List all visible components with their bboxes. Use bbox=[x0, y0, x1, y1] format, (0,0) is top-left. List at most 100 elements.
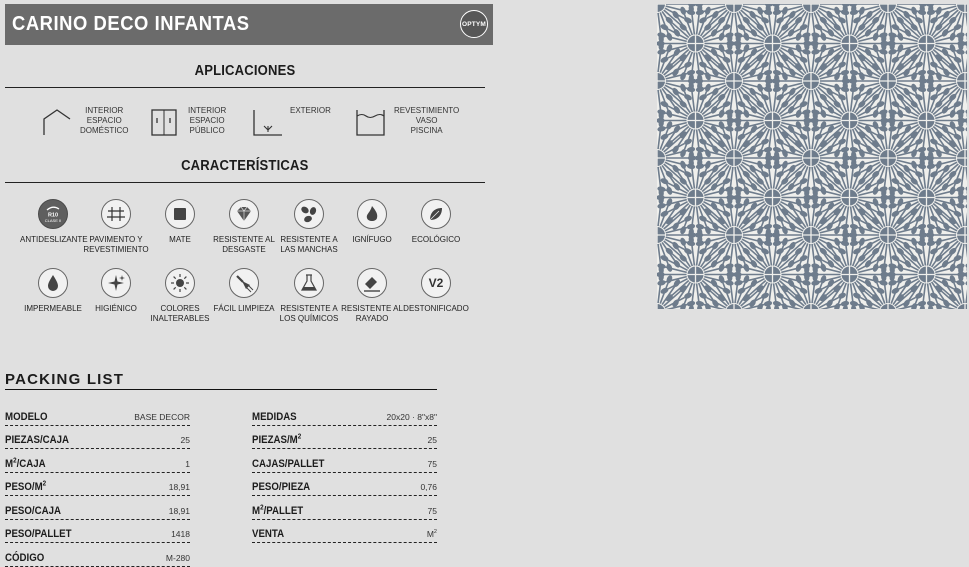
packing-value: M2 bbox=[426, 529, 437, 539]
section-header-packing-list: PACKING LIST bbox=[5, 371, 437, 390]
feature-item: FÁCIL LIMPIEZA bbox=[211, 268, 277, 314]
exterior-icon bbox=[253, 110, 282, 136]
section-header-aplicaciones: APLICACIONES bbox=[5, 63, 485, 88]
feature-label: FÁCIL LIMPIEZA bbox=[213, 304, 275, 313]
feature-item: V2 DESTONIFICADO bbox=[403, 268, 469, 314]
brush-icon bbox=[229, 268, 259, 298]
feature-label: IMPERMEABLE bbox=[24, 304, 82, 313]
feature-label: RESISTENTE AL RAYADO bbox=[341, 304, 403, 323]
packing-row: PESO/CAJA 18,91 bbox=[5, 496, 190, 520]
packing-value: 1 bbox=[185, 458, 190, 469]
application-label: INTERIOR ESPACIO DOMÉSTICO bbox=[80, 106, 129, 135]
packing-value: 1418 bbox=[171, 529, 190, 539]
application-item: INTERIOR ESPACIO DOMÉSTICO bbox=[40, 106, 128, 140]
feature-item: IGNÍFUGO bbox=[339, 199, 405, 245]
packing-key: PESO/PALLET bbox=[5, 528, 72, 540]
feature-label: MATE bbox=[169, 235, 191, 244]
matte-icon bbox=[165, 199, 195, 229]
sun-icon bbox=[165, 268, 195, 298]
packing-row: PIEZAS/M2 25 bbox=[252, 426, 437, 449]
feature-label: HIGIÉNICO bbox=[95, 304, 137, 313]
pool-icon bbox=[356, 110, 385, 136]
packing-value: 18,91 bbox=[168, 482, 190, 492]
packing-value: 0,76 bbox=[420, 482, 437, 492]
section-header-caracteristicas: CARACTERÍSTICAS bbox=[5, 158, 485, 183]
packing-row: M2/CAJA 1 bbox=[5, 449, 190, 473]
packing-value: 20x20 · 8"x8" bbox=[386, 411, 437, 422]
feature-label: ECOLÓGICO bbox=[411, 235, 461, 244]
feature-label: DESTONIFICADO bbox=[403, 304, 469, 313]
packing-value: M-280 bbox=[165, 552, 190, 563]
house-icon bbox=[43, 109, 71, 135]
packing-value: 75 bbox=[427, 458, 437, 469]
feature-item: COLORES INALTERABLES bbox=[147, 268, 213, 324]
feature-label: IGNÍFUGO bbox=[352, 235, 392, 244]
chemical-icon bbox=[294, 268, 324, 298]
feature-label: PAVIMENTO Y REVESTIMIENTO bbox=[83, 235, 149, 254]
application-item: REVESTIMIENTO VASO PISCINA bbox=[354, 106, 459, 140]
scratch-icon bbox=[357, 268, 387, 298]
antislip-r10-icon: R10 CLASE II bbox=[38, 199, 68, 229]
application-label: REVESTIMIENTO VASO PISCINA bbox=[394, 106, 460, 135]
applications-list: INTERIOR ESPACIO DOMÉSTICO INTERIOR ESPA… bbox=[40, 106, 480, 140]
tile-pattern-image bbox=[657, 4, 967, 309]
v2-badge-text: V2 bbox=[428, 276, 444, 290]
feature-item: RESISTENTE AL DESGASTE bbox=[211, 199, 277, 255]
packing-list-right: MEDIDAS 20x20 · 8"x8" PIEZAS/M2 25 CAJAS/PAL… bbox=[252, 402, 437, 543]
feature-item: HIGIÉNICO bbox=[83, 268, 149, 314]
packing-row: PESO/PIEZA 0,76 bbox=[252, 473, 437, 496]
feature-label: ANTIDESLIZANTE bbox=[20, 235, 88, 244]
diamond-icon bbox=[229, 199, 259, 229]
packing-row: PIEZAS/CAJA 25 bbox=[5, 426, 190, 449]
packing-key: MEDIDAS bbox=[252, 410, 297, 423]
packing-value: 25 bbox=[180, 435, 190, 445]
brand-logo: OPTYM bbox=[460, 10, 488, 38]
feature-item: RESISTENTE AL RAYADO bbox=[339, 268, 405, 324]
packing-key: PIEZAS/CAJA bbox=[5, 434, 70, 446]
drop-icon bbox=[38, 268, 68, 298]
packing-value: 75 bbox=[427, 505, 437, 516]
application-item: EXTERIOR bbox=[250, 106, 331, 140]
packing-row: M2/PALLET 75 bbox=[252, 496, 437, 520]
packing-key: M2/PALLET bbox=[252, 502, 304, 517]
building-icon bbox=[151, 109, 177, 136]
product-title: CARINO DECO INFANTAS bbox=[12, 13, 250, 35]
packing-key: PESO/PIEZA bbox=[252, 481, 311, 493]
application-label: EXTERIOR bbox=[290, 106, 331, 115]
packing-value: BASE DECOR bbox=[134, 411, 190, 422]
v2-icon: V2 bbox=[421, 268, 451, 298]
feature-item: MATE bbox=[147, 199, 213, 245]
packing-key: M2/CAJA bbox=[5, 455, 46, 470]
floor-wall-icon bbox=[101, 199, 131, 229]
packing-key: PESO/M2 bbox=[5, 479, 47, 493]
packing-key: PIEZAS/M2 bbox=[252, 432, 302, 446]
packing-key: MODELO bbox=[5, 410, 48, 423]
packing-row: MODELO BASE DECOR bbox=[5, 402, 190, 426]
feature-item: RESISTENTE A LOS QUÍMICOS bbox=[276, 268, 342, 324]
feature-label: RESISTENTE A LOS QUÍMICOS bbox=[279, 304, 339, 323]
feature-label: RESISTENTE AL DESGASTE bbox=[213, 235, 275, 254]
packing-row: CAJAS/PALLET 75 bbox=[252, 449, 437, 473]
stain-icon bbox=[294, 199, 324, 229]
packing-value: 25 bbox=[427, 435, 437, 445]
packing-key: PESO/CAJA bbox=[5, 504, 61, 517]
feature-label: RESISTENTE A LAS MANCHAS bbox=[280, 235, 338, 254]
packing-key: CAJAS/PALLET bbox=[252, 457, 325, 470]
packing-value: 18,91 bbox=[168, 505, 190, 516]
svg-text:CLASE II: CLASE II bbox=[45, 218, 61, 223]
feature-item: RESISTENTE A LAS MANCHAS bbox=[276, 199, 342, 255]
leaf-icon bbox=[421, 199, 451, 229]
feature-item: IMPERMEABLE bbox=[20, 268, 86, 314]
packing-row: PESO/M2 18,91 bbox=[5, 473, 190, 496]
sparkle-icon bbox=[101, 268, 131, 298]
title-bar: CARINO DECO INFANTAS OPTYM bbox=[5, 4, 493, 45]
application-label: INTERIOR ESPACIO PÚBLICO bbox=[188, 106, 227, 135]
packing-row: CÓDIGO M-280 bbox=[5, 543, 190, 567]
feature-item: PAVIMENTO Y REVESTIMIENTO bbox=[83, 199, 149, 255]
packing-key: VENTA bbox=[252, 528, 285, 540]
packing-row: VENTA M2 bbox=[252, 520, 437, 543]
feature-item: R10 CLASE II ANTIDESLIZANTE bbox=[20, 199, 88, 245]
feature-label: COLORES INALTERABLES bbox=[150, 304, 210, 323]
packing-key: CÓDIGO bbox=[5, 551, 45, 564]
feature-item: ECOLÓGICO bbox=[403, 199, 469, 245]
